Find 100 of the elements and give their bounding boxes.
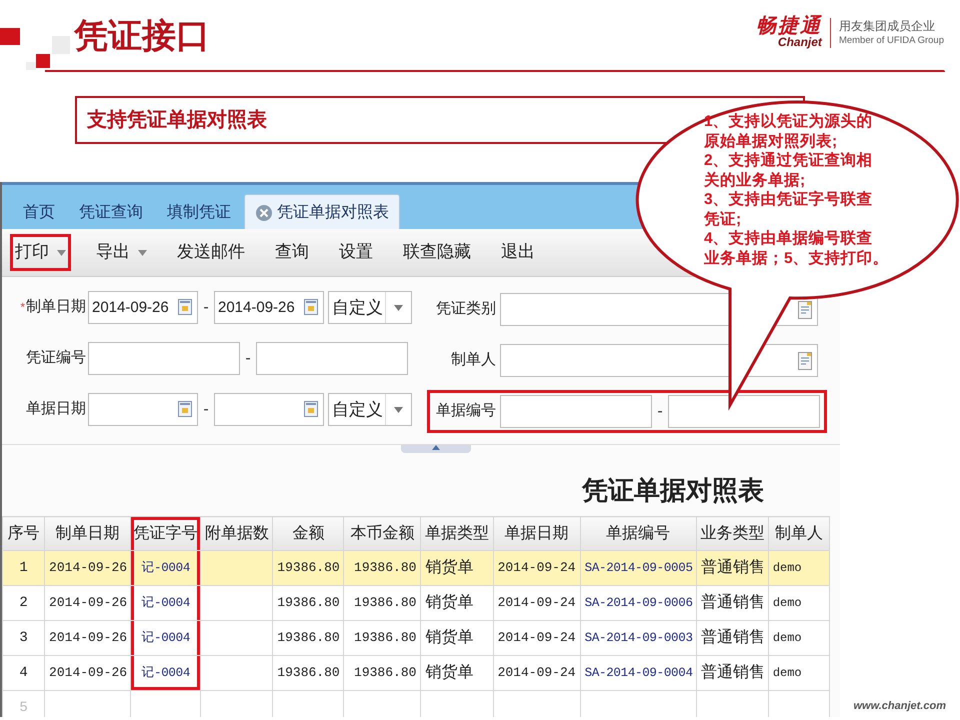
toolbar-button[interactable]: 导出 xyxy=(91,234,152,271)
caret-icon xyxy=(394,304,403,310)
table-cell: 3 xyxy=(2,620,45,656)
field-label: 单据日期 xyxy=(26,400,86,418)
table-cell: 19386.80 xyxy=(272,620,344,656)
column-header[interactable]: 单据类型 xyxy=(420,516,494,550)
tagline: Member of UFIDA Group xyxy=(838,34,944,46)
column-header[interactable]: 制单人 xyxy=(768,516,830,550)
field-label: 凭证编号 xyxy=(26,349,86,366)
table-cell: 2014-09-24 xyxy=(493,550,580,586)
toolbar-button[interactable]: 退出 xyxy=(496,234,540,271)
column-header[interactable]: 业务类型 xyxy=(696,516,768,550)
column-header[interactable]: 凭证字号 xyxy=(130,516,201,550)
calendar-icon xyxy=(178,299,192,315)
table-cell: 2014-09-26 xyxy=(44,656,131,690)
corner-squares-drawing xyxy=(0,28,70,70)
link-cell[interactable]: 记-0004 xyxy=(130,586,201,620)
input-field[interactable] xyxy=(668,395,820,428)
table-cell: demo xyxy=(768,656,830,690)
table-cell: 19386.80 xyxy=(344,620,421,656)
caret-icon xyxy=(138,250,147,256)
tab[interactable]: 首页 xyxy=(12,194,66,229)
logo-text: 畅捷通 xyxy=(756,16,822,36)
date-field[interactable] xyxy=(88,393,198,426)
table-cell: demo xyxy=(768,550,830,586)
table-cell: 2014-09-26 xyxy=(44,550,131,586)
table-cell: 19386.80 xyxy=(344,550,421,586)
dropdown[interactable]: 自定义 xyxy=(328,291,412,324)
calendar-icon xyxy=(178,401,192,417)
toolbar-button[interactable]: 查询 xyxy=(270,234,314,271)
row-number: 5 xyxy=(2,690,45,717)
toolbar-button[interactable]: 联查隐藏 xyxy=(398,234,476,271)
calendar-icon xyxy=(304,299,318,315)
dropdown[interactable]: 自定义 xyxy=(328,393,412,426)
table-cell: 2014-09-26 xyxy=(44,586,131,620)
column-header[interactable]: 金额 xyxy=(272,516,344,550)
link-cell[interactable]: SA-2014-09-0006 xyxy=(580,586,696,620)
column-header[interactable]: 本币金额 xyxy=(344,516,421,550)
table-cell: 19386.80 xyxy=(272,586,344,620)
link-cell[interactable]: SA-2014-09-0005 xyxy=(580,550,696,586)
range-dash: - xyxy=(244,348,252,368)
date-field[interactable] xyxy=(214,393,324,426)
table-cell: 销货单 xyxy=(420,656,494,690)
table-cell: 19386.80 xyxy=(344,586,421,620)
tab[interactable]: 凭证查询 xyxy=(68,194,154,229)
logo-text: Chanjet xyxy=(778,36,822,50)
table-cell: 2014-09-24 xyxy=(493,620,580,656)
list-icon xyxy=(798,352,812,370)
table-cell: 销货单 xyxy=(420,620,494,656)
input-field[interactable] xyxy=(88,342,240,375)
table-cell: 2014-09-24 xyxy=(493,656,580,690)
table-cell: 4 xyxy=(2,656,45,690)
toolbar-button[interactable]: 设置 xyxy=(334,234,378,271)
date-field[interactable]: 2014-09-26 xyxy=(88,291,198,324)
table-cell: 19386.80 xyxy=(272,656,344,690)
table-cell: 19386.80 xyxy=(344,656,421,690)
field-label: 制单人 xyxy=(451,351,496,368)
link-cell[interactable]: 记-0004 xyxy=(130,656,201,690)
range-dash: - xyxy=(656,402,664,422)
tab[interactable]: 填制凭证 xyxy=(156,194,242,229)
field-label: 单据编号 xyxy=(436,402,496,420)
column-header[interactable]: 附单据数 xyxy=(200,516,273,550)
field-label: 凭证类别 xyxy=(436,300,496,318)
table-cell: 销货单 xyxy=(420,586,494,620)
range-dash: - xyxy=(202,400,210,420)
range-dash: - xyxy=(202,298,210,318)
input-field[interactable] xyxy=(256,342,408,375)
table-cell: 2014-09-24 xyxy=(493,586,580,620)
footer-url: www.chanjet.com xyxy=(853,698,946,714)
table-cell: 普通销售 xyxy=(696,550,768,586)
column-header[interactable]: 制单日期 xyxy=(44,516,131,550)
toolbar-button[interactable]: 发送邮件 xyxy=(172,234,250,271)
link-cell[interactable]: 记-0004 xyxy=(130,550,201,586)
table-cell: 2 xyxy=(2,586,45,620)
table-cell: 普通销售 xyxy=(696,620,768,656)
column-header[interactable]: 单据日期 xyxy=(493,516,580,550)
table-cell: 销货单 xyxy=(420,550,494,586)
field-label: 制单日期 xyxy=(26,298,86,316)
table-cell: 普通销售 xyxy=(696,586,768,620)
tab[interactable]: 凭证单据对照表 xyxy=(244,194,400,229)
collapse-handle[interactable] xyxy=(401,445,471,453)
table-cell: 1 xyxy=(2,550,45,586)
link-cell[interactable]: SA-2014-09-0004 xyxy=(580,656,696,690)
slide-title: 凭证接口 xyxy=(74,18,210,56)
column-header[interactable]: 单据编号 xyxy=(580,516,696,550)
toolbar-button[interactable]: 打印 xyxy=(10,234,71,271)
table-cell: demo xyxy=(768,586,830,620)
table-cell: demo xyxy=(768,620,830,656)
table-cell: 19386.80 xyxy=(272,550,344,586)
tagline: 用友集团成员企业 xyxy=(838,19,936,35)
column-header[interactable]: 序号 xyxy=(2,516,45,550)
date-field[interactable]: 2014-09-26 xyxy=(214,291,324,324)
link-cell[interactable]: SA-2014-09-0003 xyxy=(580,620,696,656)
caret-icon xyxy=(394,406,403,412)
link-cell[interactable]: 记-0004 xyxy=(130,620,201,656)
report-title: 凭证单据对照表 xyxy=(580,474,765,507)
caret-icon xyxy=(57,250,66,256)
input-field[interactable] xyxy=(500,395,652,428)
list-icon xyxy=(798,301,812,319)
table-cell: 普通销售 xyxy=(696,656,768,690)
